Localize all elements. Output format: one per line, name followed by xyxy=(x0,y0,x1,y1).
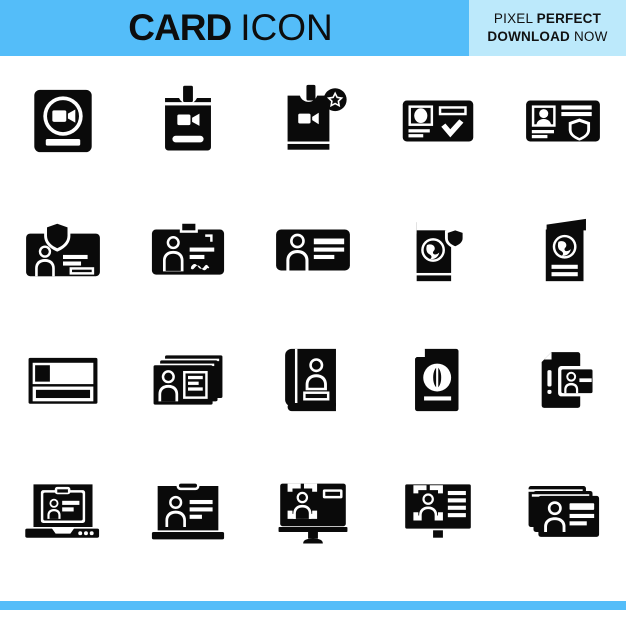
badge-line-1: PIXEL PERFECT xyxy=(494,10,601,28)
icon-cell[interactable] xyxy=(0,445,125,575)
icon-cell[interactable] xyxy=(125,315,250,445)
document-alert-id-card-icon xyxy=(542,351,597,408)
badge-now-text: NOW xyxy=(573,29,608,44)
monitor-face-scan-lines-icon xyxy=(405,484,471,538)
icon-cell[interactable] xyxy=(376,445,501,575)
video-card-circle-icon xyxy=(33,89,92,152)
footer-accent-bar xyxy=(0,601,626,610)
icon-sheet-page: CARD ICON PIXEL PERFECT DOWNLOAD NOW xyxy=(0,0,626,626)
icon-cell[interactable] xyxy=(0,56,125,186)
id-card-shield-icon xyxy=(526,100,601,142)
id-card-person-lines-icon xyxy=(276,229,350,271)
icon-cell[interactable] xyxy=(250,56,375,186)
icon-cell[interactable] xyxy=(125,445,250,575)
id-cards-stack-person-icon xyxy=(527,486,600,538)
id-card-shield-top-icon xyxy=(25,220,100,277)
badge-pixel-text: PIXEL xyxy=(493,11,533,27)
badge-download-text: DOWNLOAD xyxy=(487,29,571,44)
title-light-part: ICON xyxy=(240,7,333,48)
video-badge-lanyard-icon xyxy=(164,85,211,151)
page-title: CARD ICON xyxy=(128,7,332,49)
document-globe-icon xyxy=(415,348,459,411)
icon-cell[interactable] xyxy=(376,56,501,186)
icon-cell[interactable] xyxy=(125,186,250,316)
id-cards-stack-icon xyxy=(153,355,223,405)
badge-perfect-text: PERFECT xyxy=(536,11,602,27)
icon-cell[interactable] xyxy=(501,186,626,316)
id-card-check-icon xyxy=(402,100,474,142)
icon-cell[interactable] xyxy=(250,315,375,445)
icon-cell[interactable] xyxy=(125,56,250,186)
monitor-face-scan-icon xyxy=(278,483,348,544)
icon-cell[interactable] xyxy=(501,445,626,575)
icon-grid xyxy=(0,56,626,574)
icon-cell[interactable] xyxy=(376,315,501,445)
icon-cell[interactable] xyxy=(250,186,375,316)
id-book-person-icon xyxy=(285,348,336,411)
laptop-id-card-icon xyxy=(24,484,99,538)
header-title-area: CARD ICON xyxy=(0,0,469,56)
pixel-perfect-badge: PIXEL PERFECT DOWNLOAD NOW xyxy=(469,0,626,56)
icon-cell[interactable] xyxy=(250,445,375,575)
icon-cell[interactable] xyxy=(501,315,626,445)
title-bold-part: CARD xyxy=(128,7,232,48)
icon-cell[interactable] xyxy=(0,186,125,316)
card-photo-lines-icon xyxy=(28,357,98,404)
passport-shield-icon xyxy=(416,220,466,282)
video-badge-star-icon xyxy=(287,84,347,150)
id-badge-clip-signature-icon xyxy=(151,221,224,275)
icon-cell[interactable] xyxy=(501,56,626,186)
icon-cell[interactable] xyxy=(376,186,501,316)
header-banner: CARD ICON PIXEL PERFECT DOWNLOAD NOW xyxy=(0,0,626,56)
passport-open-globe-icon xyxy=(546,219,587,282)
monitor-id-clip-icon xyxy=(151,481,224,540)
icon-cell[interactable] xyxy=(0,315,125,445)
badge-line-2: DOWNLOAD NOW xyxy=(487,28,607,46)
